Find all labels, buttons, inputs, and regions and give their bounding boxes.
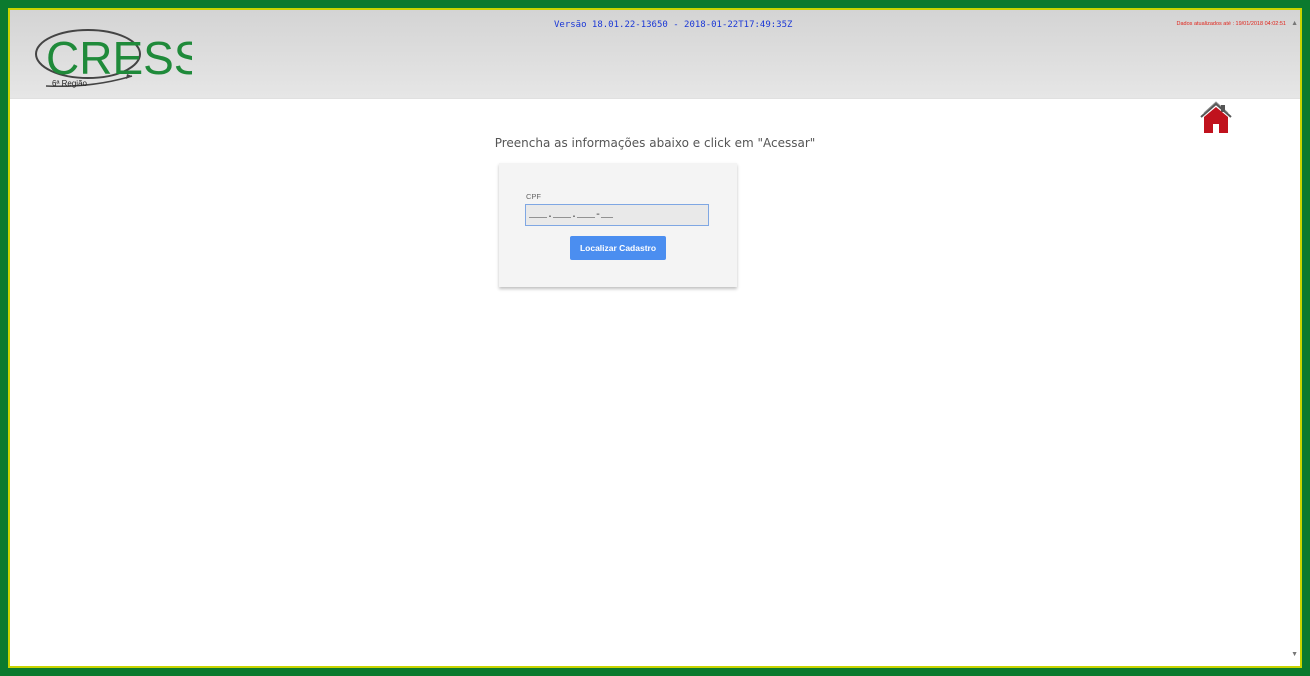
localizar-cadastro-button[interactable]: Localizar Cadastro [570, 236, 666, 260]
instructions-text: Preencha as informações abaixo e click e… [494, 136, 816, 150]
scroll-up-arrow-icon[interactable]: ▲ [1291, 20, 1298, 27]
logo-region: 6ª Região [52, 79, 88, 88]
logo-wordmark: CRESS [46, 32, 192, 84]
cpf-label: CPF [526, 192, 541, 201]
cpf-input[interactable] [525, 204, 709, 226]
data-updated-text: Dados atualizados até : 19/01/2018 04:02… [1176, 21, 1286, 27]
page-header: CRESS 6ª Região Versão 18.01.22-13650 - … [10, 10, 1300, 99]
login-card: CPF Localizar Cadastro [499, 163, 737, 287]
browser-frame: CRESS 6ª Região Versão 18.01.22-13650 - … [8, 8, 1302, 668]
scroll-down-arrow-icon[interactable]: ▼ [1291, 651, 1298, 658]
version-text: Versão 18.01.22-13650 - 2018-01-22T17:49… [554, 20, 793, 30]
page: CRESS 6ª Região Versão 18.01.22-13650 - … [10, 10, 1300, 666]
home-icon[interactable] [1198, 100, 1234, 136]
cress-logo[interactable]: CRESS 6ª Região [32, 24, 192, 90]
